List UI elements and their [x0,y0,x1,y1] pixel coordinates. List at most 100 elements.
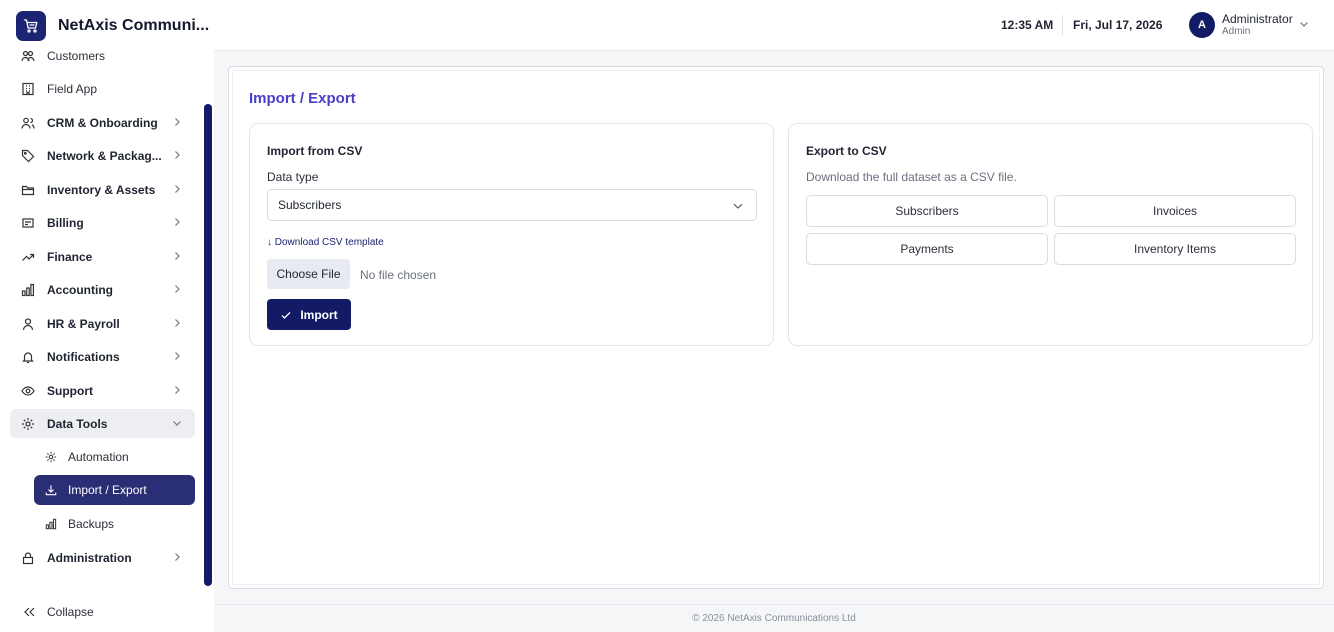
brand[interactable]: NetAxis Communi... [16,11,209,41]
main-inner: Import / Export Import from CSV Data typ… [232,70,1320,585]
user-icon [20,316,36,332]
import-button[interactable]: Import [267,299,351,330]
file-status: No file chosen [360,268,437,282]
clock-date: Fri, Jul 17, 2026 [1073,18,1163,32]
check-icon [280,309,292,321]
chevron-right-icon [175,319,180,327]
export-panel: Export to CSV Download the full dataset … [788,123,1313,346]
sidebar-item-data-tools[interactable]: Data Tools [10,409,195,438]
download-icon [44,483,58,497]
export-subscribers-button[interactable]: Subscribers [806,195,1048,227]
sidebar-subitem-label: Backups [68,517,115,531]
sidebar-item-field-app[interactable]: Field App [10,74,195,103]
app-name: NetAxis Communi... [58,17,210,34]
sidebar-item-label: Administration [47,550,132,565]
sidebar-item-administration[interactable]: Administration [10,543,195,572]
users-icon [20,48,36,64]
export-payments-button[interactable]: Payments [806,233,1048,265]
sidebar-item-label: CRM & Onboarding [47,115,158,130]
sidebar: NetAxis Communi... Customers Field App C… [0,0,214,632]
bar-chart-icon [44,517,58,531]
sidebar-item-label: Support [47,383,93,398]
gear-icon [20,416,36,432]
sidebar-item-label: Notifications [47,349,120,364]
sidebar-item-label: Customers [47,48,106,63]
sidebar-item-crm-onboarding[interactable]: CRM & Onboarding [10,108,195,137]
chevron-right-icon [175,386,180,394]
main-card: Import / Export Import from CSV Data typ… [228,66,1324,589]
sidebar-item-notifications[interactable]: Notifications [10,342,195,371]
export-inventory-items-button[interactable]: Inventory Items [1054,233,1296,265]
eye-icon [20,383,36,399]
bar-chart-icon [20,282,36,298]
user-role: Admin [1222,26,1251,37]
sidebar-item-label: Data Tools [47,416,108,431]
sidebar-nav: Customers Field App CRM & Onboarding Net… [0,39,214,591]
tag-icon [20,148,36,164]
chevron-down-icon [733,203,743,209]
double-chevron-left-icon [21,604,37,620]
footer: © 2026 NetAxis Communications Ltd [214,604,1334,632]
collapse-label: Collapse [47,605,94,619]
data-type-select[interactable]: Subscribers [267,189,757,221]
sidebar-item-inventory-assets[interactable]: Inventory & Assets [10,175,195,204]
folder-icon [20,182,36,198]
sidebar-item-label: Network & Packag... [47,148,162,163]
sidebar-item-billing[interactable]: Billing [10,208,195,237]
top-header: 12:35 AM Fri, Jul 17, 2026 A Administrat… [214,0,1334,51]
import-panel: Import from CSV Data type Subscribers ↓ … [249,123,774,346]
collapse-button[interactable]: Collapse [21,602,94,622]
sidebar-item-finance[interactable]: Finance [10,242,195,271]
sidebar-scrollbar[interactable] [204,104,212,586]
sidebar-item-label: Finance [47,249,93,264]
import-label: Import [300,307,338,322]
sidebar-subitem-label: Automation [68,450,129,464]
chevron-right-icon [175,252,180,260]
export-title: Export to CSV [806,144,887,158]
sidebar-item-customers[interactable]: Customers [10,41,195,70]
data-type-value: Subscribers [278,198,342,212]
avatar[interactable]: A [1189,12,1215,38]
sidebar-item-hr-payroll[interactable]: HR & Payroll [10,309,195,338]
chevron-right-icon [175,218,180,226]
building-icon [20,81,36,97]
users-icon [20,115,36,131]
export-invoices-button[interactable]: Invoices [1054,195,1296,227]
chevron-right-icon [175,352,180,360]
download-template-link[interactable]: ↓ Download CSV template [267,237,384,248]
chevron-down-icon[interactable] [1298,18,1310,30]
sidebar-item-support[interactable]: Support [10,376,195,405]
receipt-icon [20,215,36,231]
page-title: Import / Export [249,90,356,107]
sidebar-subitem-label: Import / Export [68,483,147,497]
sidebar-item-network-packages[interactable]: Network & Packag... [10,141,195,170]
data-type-label: Data type [267,170,319,184]
import-title: Import from CSV [267,144,363,158]
sidebar-item-label: Field App [47,81,98,96]
gear-icon [44,450,58,464]
chevron-right-icon [175,151,180,159]
chevron-right-icon [175,285,180,293]
chevron-right-icon [175,553,180,561]
export-description: Download the full dataset as a CSV file. [806,170,1017,184]
sidebar-item-label: Billing [47,215,84,230]
clock-time: 12:35 AM [1001,18,1054,32]
sidebar-item-label: Accounting [47,282,113,297]
sidebar-item-label: HR & Payroll [47,316,120,331]
choose-file-button[interactable]: Choose File [267,259,350,289]
sidebar-item-label: Inventory & Assets [47,182,156,197]
sidebar-subitem-import-export[interactable]: Import / Export [34,475,195,505]
bell-icon [20,349,36,365]
chevron-down-icon [173,421,181,426]
cart-icon [16,11,46,41]
user-name[interactable]: Administrator [1222,12,1293,26]
trend-up-icon [20,249,36,265]
sidebar-subitem-automation[interactable]: Automation [34,442,195,472]
chevron-right-icon [175,118,180,126]
sidebar-subitem-backups[interactable]: Backups [34,509,195,539]
sidebar-item-accounting[interactable]: Accounting [10,275,195,304]
chevron-right-icon [175,185,180,193]
lock-icon [20,550,36,566]
header-divider [1062,15,1063,35]
footer-text: © 2026 NetAxis Communications Ltd [692,613,856,624]
